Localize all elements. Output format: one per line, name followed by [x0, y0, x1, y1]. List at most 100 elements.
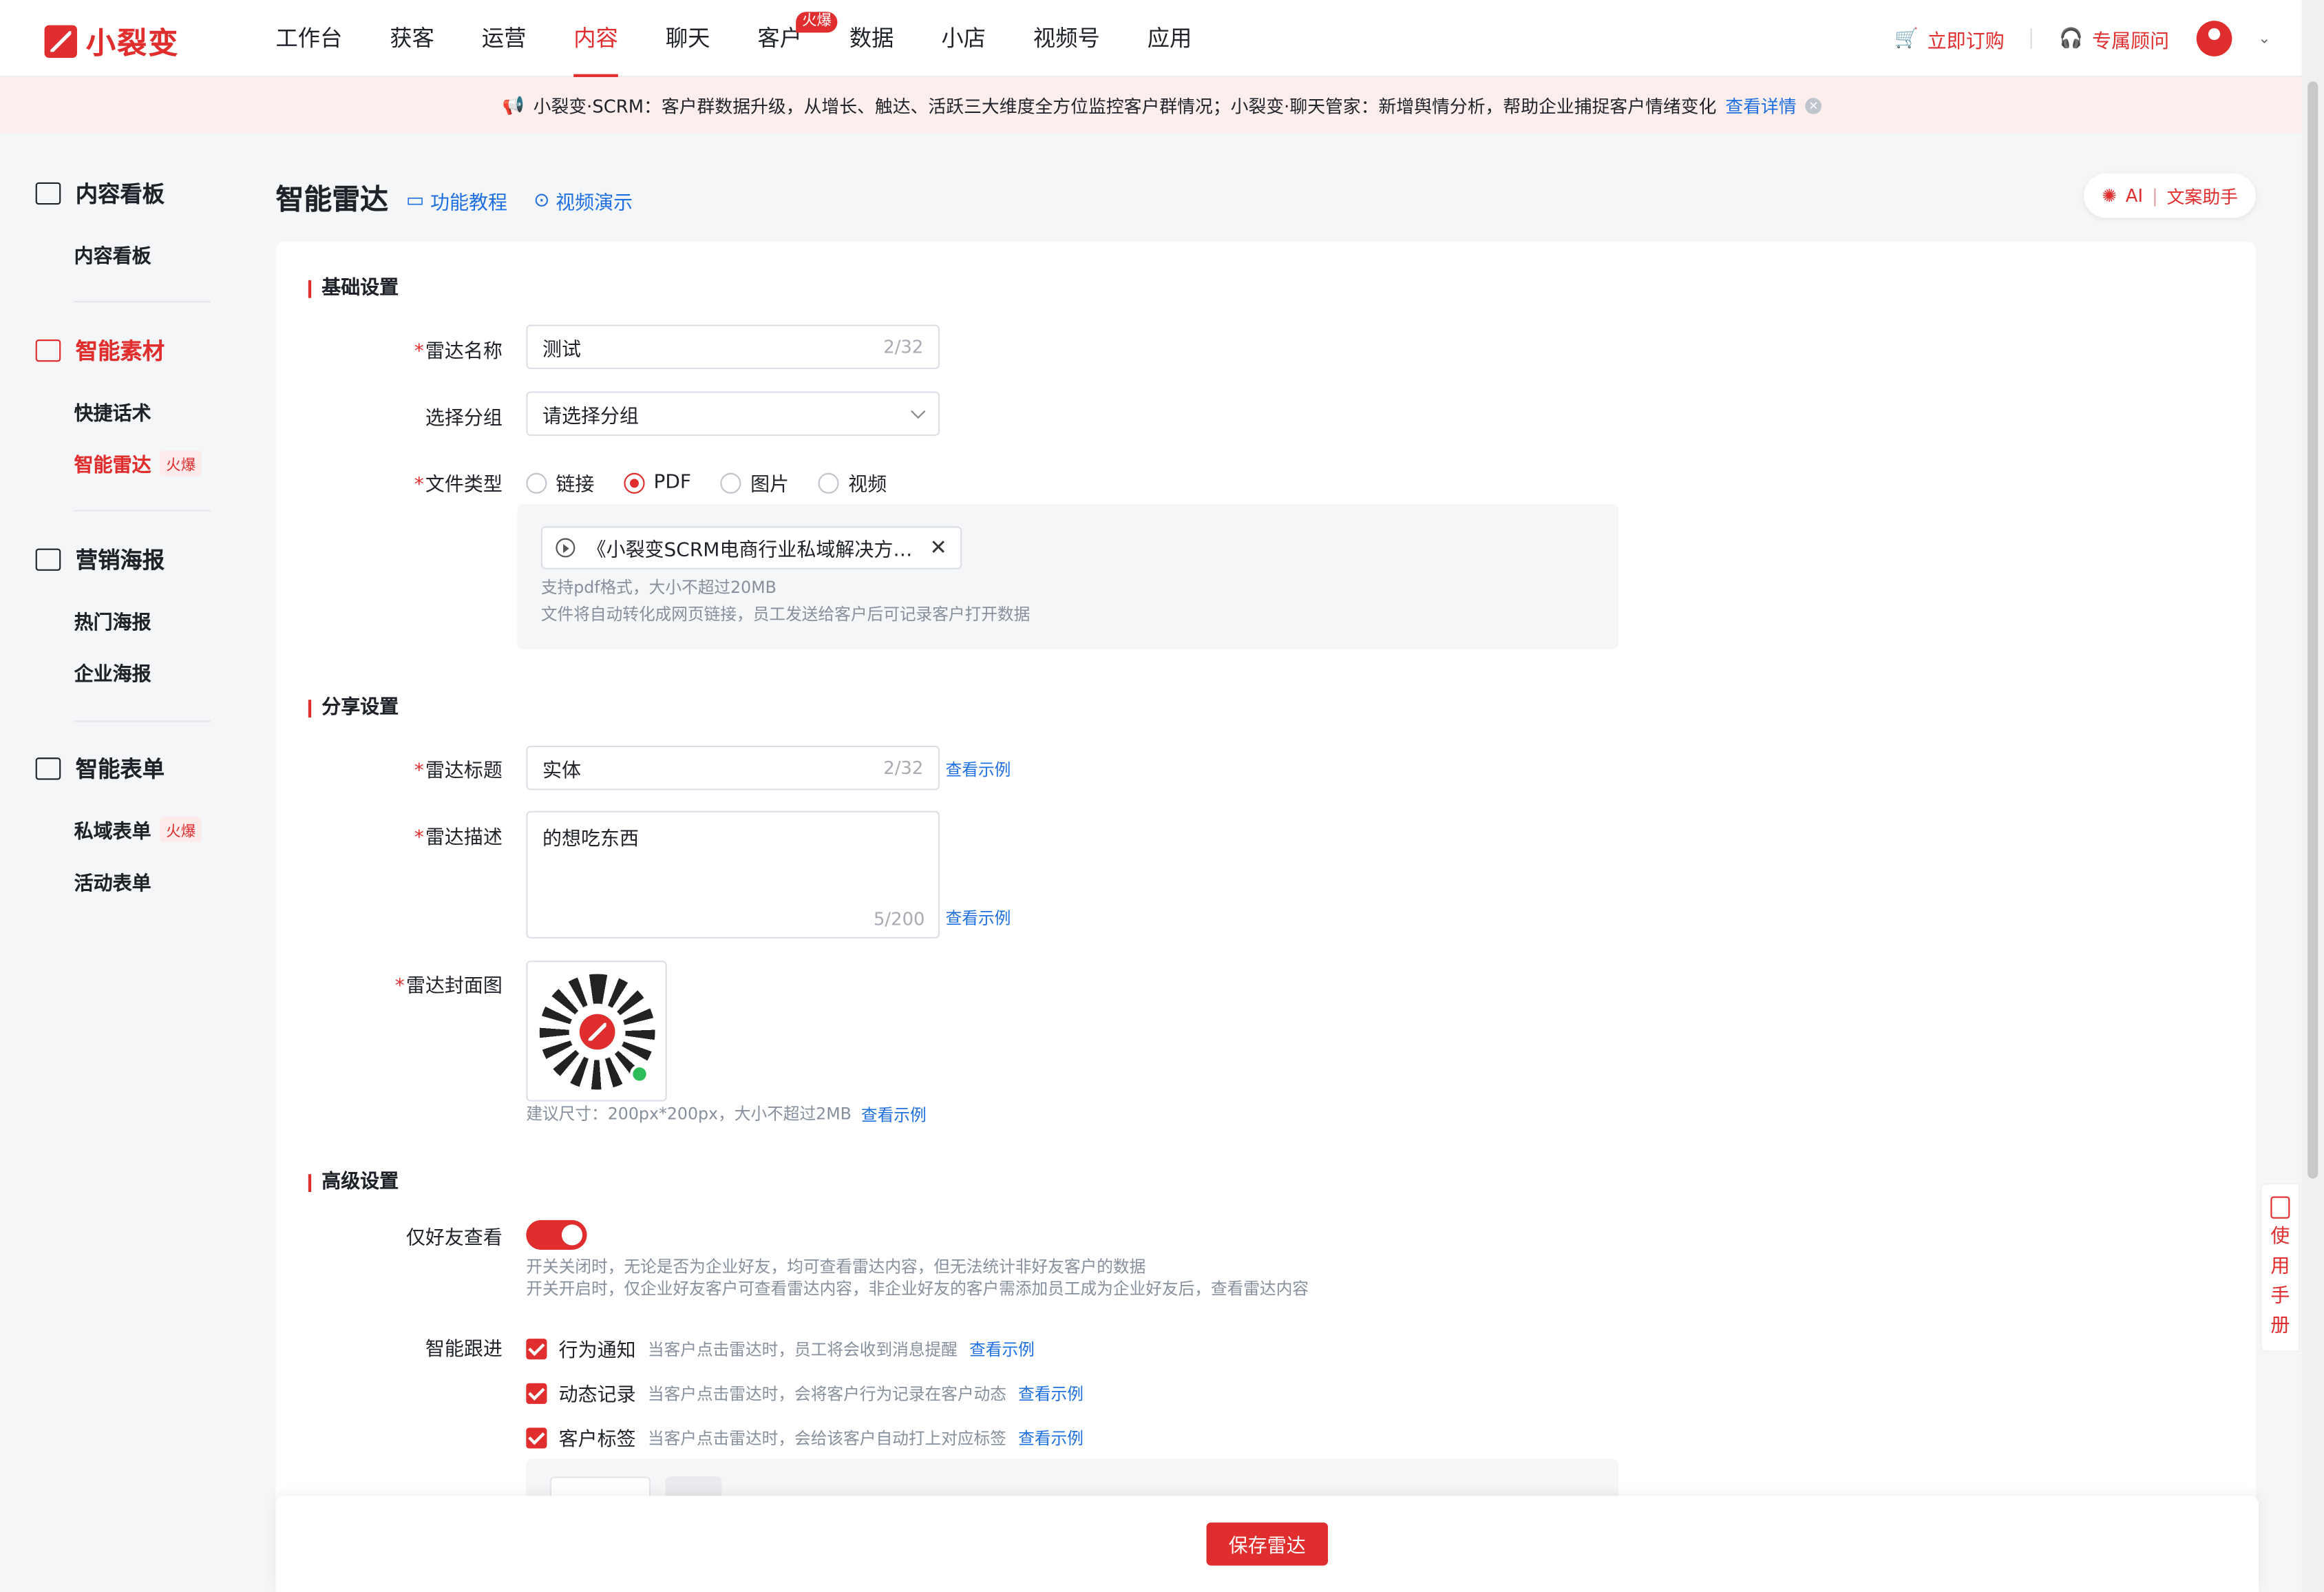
check-desc: 当客户点击雷达时，员工将会收到消息提醒 [647, 1339, 958, 1359]
see-example-link[interactable]: 查看示例 [946, 757, 1011, 781]
close-icon[interactable]: ✕ [930, 536, 947, 559]
group-label: 选择分组 [425, 408, 503, 430]
play-circle-icon: ⊙ [534, 189, 550, 212]
logo-icon [44, 24, 77, 57]
ai-copywriter-button[interactable]: ✺ AI | 文案助手 [2084, 173, 2256, 218]
ai-sub-label: 文案助手 [2166, 186, 2239, 207]
file-icon [556, 538, 575, 558]
avatar[interactable] [2195, 21, 2232, 56]
radio-video[interactable] [818, 472, 840, 493]
save-radar-button[interactable]: 保存雷达 [1206, 1522, 1329, 1566]
sidebar: 内容看板 内容看板 智能素材 快捷话术 智能雷达 火爆 营销海报 热门海报 企业… [0, 134, 237, 1592]
checkbox-checked[interactable] [526, 1427, 547, 1448]
megaphone-icon: 📢 [502, 94, 525, 116]
follow-label: 智能跟进 [425, 1339, 503, 1361]
nav-acquire[interactable]: 获客 [390, 0, 434, 77]
nav-data[interactable]: 数据 [849, 0, 894, 77]
notice-text: 小裂变·SCRM：客户群数据升级，从增长、触达、活跃三大维度全方位监控客户群情况… [533, 95, 1717, 117]
cover-label: * 雷达封面图 [394, 975, 503, 998]
sidebar-item-company-posters[interactable]: 企业海报 [74, 658, 151, 687]
radio-image[interactable] [721, 472, 742, 493]
scrollbar[interactable] [2301, 0, 2324, 1592]
sidebar-item-private-forms[interactable]: 私域表单 火爆 [74, 815, 202, 844]
manual-char: 手 [2270, 1285, 2290, 1308]
sidebar-item-activity-forms[interactable]: 活动表单 [74, 868, 151, 895]
check-label: 客户标签 [558, 1429, 636, 1452]
chevron-down-icon[interactable]: ⌄ [2258, 30, 2270, 47]
brand-logo[interactable]: 小裂变 [44, 19, 180, 62]
video-demo-link[interactable]: ⊙ 视频演示 [534, 187, 633, 216]
radio-link[interactable] [526, 472, 547, 493]
see-example-link[interactable]: 查看示例 [969, 1337, 1035, 1360]
radio-pdf[interactable] [624, 472, 645, 493]
nav-customer[interactable]: 客户 火爆 [757, 0, 838, 77]
sidebar-item-quick-replies[interactable]: 快捷话术 [74, 397, 151, 426]
top-navbar: 小裂变 工作台 获客 运营 内容 聊天 客户 火爆 数据 小店 视频号 应用 🛒… [0, 0, 2324, 77]
checkbox-checked[interactable] [526, 1382, 547, 1403]
notice-link[interactable]: 查看详情 [1725, 93, 1796, 118]
char-counter: 5/200 [873, 908, 925, 930]
file-upload-area: 《小裂变SCRM电商行业私域解决方案》 ✕ 支持pdf格式，大小不超过20MB … [517, 504, 1619, 650]
scrollbar-thumb[interactable] [2307, 81, 2318, 1179]
poster-icon [35, 548, 61, 571]
radar-name-input[interactable]: 测试 2/32 [526, 324, 940, 370]
video-label: 视频演示 [556, 192, 633, 216]
group-select[interactable]: 请选择分组 [526, 391, 940, 436]
sidebar-item-hot-posters[interactable]: 热门海报 [74, 607, 151, 634]
notice-bar: 📢 小裂变·SCRM：客户群数据升级，从增长、触达、活跃三大维度全方位监控客户群… [0, 76, 2324, 134]
file-hint: 文件将自动转化成网页链接，员工发送给客户后可记录客户打开数据 [540, 605, 1031, 625]
close-icon[interactable]: ✕ [1805, 97, 1822, 114]
cover-image-upload[interactable] [526, 961, 667, 1102]
clipboard-icon [35, 757, 61, 780]
file-hint: 支持pdf格式，大小不超过20MB [540, 578, 777, 598]
uploaded-file[interactable]: 《小裂变SCRM电商行业私域解决方案》 ✕ [540, 526, 962, 569]
manual-char: 册 [2270, 1315, 2290, 1338]
divider [74, 510, 211, 512]
folder-icon [35, 339, 61, 362]
headset-icon: 🎧 [2059, 27, 2084, 50]
divider: | [2152, 185, 2158, 207]
see-example-link[interactable]: 查看示例 [1018, 1381, 1084, 1405]
friends-only-label: 仅好友查看 [405, 1227, 503, 1250]
see-example-link[interactable]: 查看示例 [861, 1103, 927, 1127]
sidebar-item-radar[interactable]: 智能雷达 火爆 [74, 449, 202, 477]
check-customer-tag[interactable]: 客户标签 当客户点击雷达时，会给该客户自动打上对应标签 查看示例 [526, 1423, 1084, 1452]
select-placeholder: 请选择分组 [542, 405, 639, 428]
sidebar-group-materials[interactable]: 智能素材 [35, 335, 165, 366]
nav-shop[interactable]: 小店 [941, 0, 986, 77]
tutorial-link[interactable]: ▭ 功能教程 [406, 187, 507, 216]
top-right-actions: 🛒 立即订购 🎧 专属顾问 ⌄ [1894, 0, 2270, 77]
radar-title-input[interactable]: 实体 2/32 [526, 745, 940, 790]
radio-label: 链接 [556, 474, 595, 497]
sidebar-group-dashboard[interactable]: 内容看板 [35, 178, 165, 209]
chevron-down-icon [911, 403, 926, 419]
file-type-radios: 链接 PDF 图片 视频 [526, 468, 907, 496]
sidebar-group-label: 营销海报 [75, 547, 165, 574]
user-manual-tab[interactable]: 使 用 手 册 [2260, 1183, 2301, 1352]
radar-desc-textarea[interactable]: 的想吃东西 5/200 [526, 810, 940, 939]
nav-operation[interactable]: 运营 [482, 0, 527, 77]
nav-channels[interactable]: 视频号 [1033, 0, 1100, 77]
checkbox-checked[interactable] [526, 1338, 547, 1359]
see-example-link[interactable]: 查看示例 [946, 905, 1011, 929]
nav-workbench[interactable]: 工作台 [275, 0, 342, 77]
check-desc: 当客户点击雷达时，会给该客户自动打上对应标签 [647, 1428, 1006, 1448]
nav-chat[interactable]: 聊天 [666, 0, 710, 77]
sidebar-group-posters[interactable]: 营销海报 [35, 544, 165, 575]
friends-only-toggle[interactable] [526, 1219, 587, 1250]
nav-content[interactable]: 内容 [573, 0, 618, 77]
nav-apps[interactable]: 应用 [1148, 0, 1192, 77]
ai-icon: ✺ [2102, 185, 2117, 207]
file-name: 《小裂变SCRM电商行业私域解决方案》 [587, 539, 918, 562]
input-value: 实体 [542, 760, 582, 782]
radio-label: PDF [653, 471, 692, 494]
qr-code-image [538, 973, 655, 1089]
advisor-button[interactable]: 🎧 专属顾问 [2059, 25, 2169, 53]
sidebar-group-forms[interactable]: 智能表单 [35, 753, 165, 784]
check-activity-record[interactable]: 动态记录 当客户点击雷达时，会将客户行为记录在客户动态 查看示例 [526, 1379, 1084, 1407]
see-example-link[interactable]: 查看示例 [1018, 1425, 1084, 1449]
footer-bar: 保存雷达 [275, 1496, 2259, 1592]
order-button[interactable]: 🛒 立即订购 [1894, 25, 2005, 53]
check-behavior-notify[interactable]: 行为通知 当客户点击雷达时，员工将会收到消息提醒 查看示例 [526, 1334, 1035, 1363]
sidebar-item-dashboard[interactable]: 内容看板 [74, 240, 151, 268]
